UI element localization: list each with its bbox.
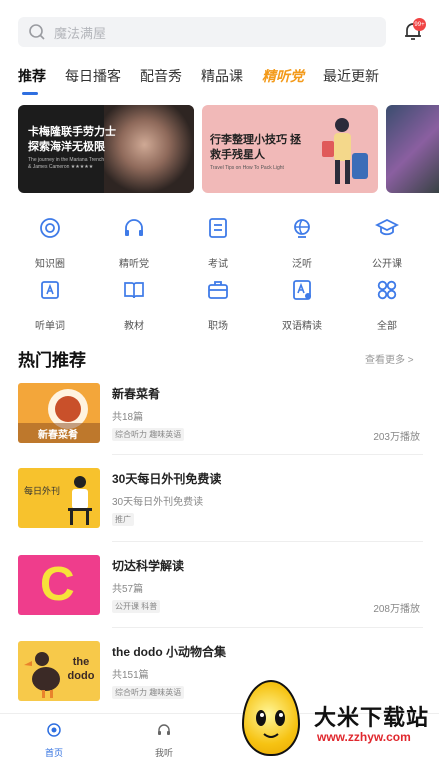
category-all[interactable]: 全部 — [357, 278, 417, 332]
banner-carousel[interactable]: 卡梅隆联手劳力士 探索海洋无极限 The journey in the Mari… — [18, 105, 439, 193]
category-label: 泛听 — [292, 259, 312, 270]
item-count: 共57篇 — [112, 584, 144, 595]
item-tag: 公开课 科普 — [112, 600, 161, 613]
bilingual-doc-icon — [293, 280, 311, 300]
egg-mascot-icon — [242, 680, 300, 756]
item-thumbnail: 新春菜肴 — [18, 383, 100, 443]
item-plays: 203万播放 — [373, 432, 420, 443]
nav-my-listening[interactable]: 我听 — [144, 723, 184, 757]
see-more-link[interactable]: 查看更多 > — [365, 351, 414, 366]
item-title: the dodo 小动物合集 — [112, 645, 226, 659]
item-thumbnail: 每日外刊 — [18, 468, 100, 528]
nav-label: 我听 — [154, 748, 173, 757]
item-title: 30天每日外刊免费读 — [112, 472, 222, 486]
headset-icon — [125, 219, 143, 236]
word-card-icon — [41, 281, 59, 299]
banner-title: 卡梅隆联手劳力士 探索海洋无极限 — [28, 126, 116, 153]
tab-intensive-listening[interactable]: 精听党 — [262, 66, 304, 86]
item-plays: 208万播放 — [373, 604, 420, 615]
category-label: 教材 — [124, 321, 144, 332]
watermark-site-name: 大米下载站 — [314, 705, 430, 730]
exam-icon — [209, 218, 227, 238]
list-item[interactable]: C 切达科学解读 共57篇 公开课 科普 208万播放 — [18, 555, 423, 617]
list-item[interactable]: 每日外刊 30天每日外刊免费读 30天每日外刊免费读 推广 — [18, 468, 423, 530]
banner-title: 行李整理小技巧 拯救手残星人 — [210, 134, 302, 161]
category-word-listening[interactable]: 听单词 — [20, 278, 80, 332]
tab-premium-course[interactable]: 精品课 — [201, 66, 243, 86]
traveler-illustration — [322, 118, 368, 184]
category-exam[interactable]: 考试 — [188, 216, 248, 270]
promo-badge: 推广 — [112, 513, 134, 526]
banner-subtitle: Travel Tips on How To Pack Light — [210, 165, 284, 171]
category-knowledge-circle[interactable]: 知识圈 — [20, 216, 80, 270]
category-bilingual-reading[interactable]: 双语精读 — [272, 278, 332, 332]
thumbnail-text: C — [40, 558, 75, 611]
item-title: 新春菜肴 — [112, 387, 161, 401]
section-title: 热门推荐 — [18, 351, 86, 370]
item-count: 共18篇 — [112, 412, 144, 423]
tab-daily-podcast[interactable]: 每日播客 — [65, 66, 121, 86]
item-tag: 综合听力 趣味英语 — [112, 686, 185, 699]
item-thumbnail: C — [18, 555, 100, 615]
category-intensive-listening[interactable]: 精听党 — [104, 216, 164, 270]
home-icon — [47, 723, 61, 737]
divider — [112, 541, 423, 542]
list-item[interactable]: 新春菜肴 新春菜肴 共18篇 综合听力 趣味英语 203万播放 — [18, 383, 423, 445]
banner-packing-tips[interactable]: 行李整理小技巧 拯救手残星人 Travel Tips on How To Pac… — [202, 105, 378, 193]
notification-button[interactable]: 99+ — [400, 18, 426, 44]
watermark-logo: 大米下载站 www.zzhyw.com — [238, 680, 439, 757]
nav-label: 首页 — [44, 748, 63, 757]
category-label: 全部 — [377, 321, 397, 332]
search-icon — [29, 24, 45, 40]
notification-badge: 99+ — [413, 18, 426, 31]
search-bar[interactable]: 魔法满屋 — [18, 17, 386, 47]
banner-subtitle: The journey in the Mariana Trench & Jame… — [28, 157, 105, 170]
category-label: 知识圈 — [35, 259, 65, 270]
category-label: 精听党 — [119, 259, 149, 270]
category-tabs: 推荐 每日播客 配音秀 精品课 精听党 最近更新 — [18, 64, 398, 95]
watermark-url: www.zzhyw.com — [317, 730, 411, 744]
category-label: 考试 — [208, 259, 228, 270]
search-placeholder: 魔法满屋 — [54, 25, 107, 41]
item-count: 30天每日外刊免费读 — [112, 497, 204, 508]
tab-dubbing-show[interactable]: 配音秀 — [140, 66, 182, 86]
reader-illustration — [68, 476, 92, 525]
category-label: 公开课 — [372, 259, 402, 270]
headphones-icon — [158, 724, 170, 735]
all-grid-icon — [377, 280, 397, 300]
mascot-face — [256, 710, 285, 738]
briefcase-icon — [208, 281, 228, 299]
banner-third[interactable] — [386, 105, 439, 193]
graduation-cap-icon — [374, 218, 400, 236]
tab-recent-updates[interactable]: 最近更新 — [323, 66, 379, 86]
item-tag: 综合听力 趣味英语 — [112, 428, 185, 441]
category-label: 职场 — [208, 321, 228, 332]
globe-icon — [294, 219, 310, 238]
tab-recommend[interactable]: 推荐 — [18, 66, 46, 95]
item-thumbnail: the dodo — [18, 641, 100, 701]
book-icon — [124, 282, 144, 299]
item-title: 切达科学解读 — [112, 559, 185, 573]
category-workplace[interactable]: 职场 — [188, 278, 248, 332]
category-label: 听单词 — [35, 321, 65, 332]
thumbnail-text: the dodo — [67, 656, 95, 682]
category-open-course[interactable]: 公开课 — [357, 216, 417, 270]
item-count: 共151篇 — [112, 670, 149, 681]
divider — [112, 454, 423, 455]
category-label: 双语精读 — [282, 321, 322, 332]
nav-home[interactable]: 首页 — [34, 723, 74, 757]
category-textbook[interactable]: 教材 — [104, 278, 164, 332]
thumbnail-text: 新春菜肴 — [38, 430, 78, 441]
knowledge-circle-icon — [40, 218, 60, 238]
category-extensive-listening[interactable]: 泛听 — [272, 216, 332, 270]
divider — [112, 627, 423, 628]
banner-cameron[interactable]: 卡梅隆联手劳力士 探索海洋无极限 The journey in the Mari… — [18, 105, 194, 193]
